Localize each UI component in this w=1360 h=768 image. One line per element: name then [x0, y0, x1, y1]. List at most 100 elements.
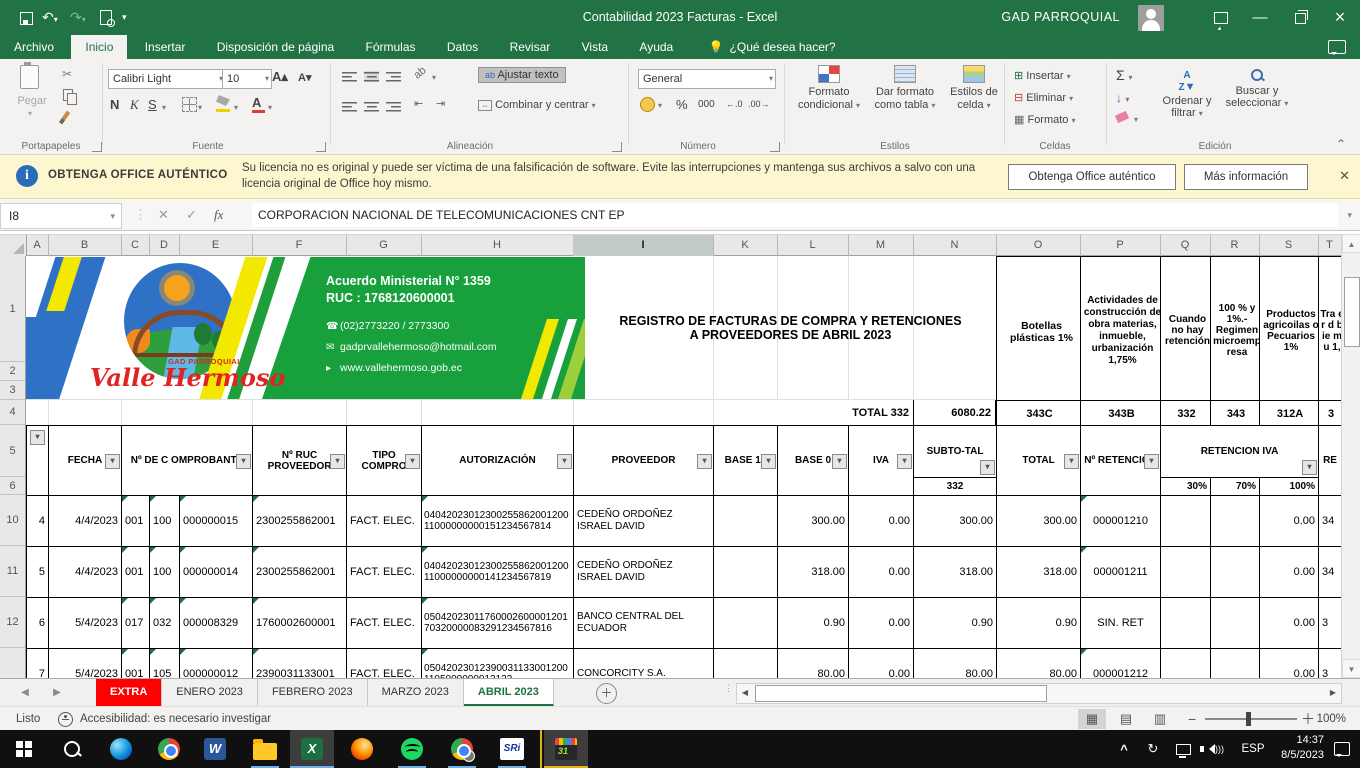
cell-c13[interactable]: 001 [122, 649, 150, 679]
orientation-icon[interactable]: ab [412, 64, 429, 81]
cell-i12-proveedor[interactable]: BANCO CENTRAL DEL ECUADOR [574, 598, 714, 649]
cell-d11[interactable]: 100 [150, 547, 180, 598]
format-as-table-button[interactable]: Dar formato como tabla ▾ [868, 65, 942, 112]
decrease-indent-icon[interactable]: ⇤ [414, 97, 423, 110]
close-warning-icon[interactable]: ✕ [1339, 168, 1350, 184]
fill-dropdown-icon[interactable]: ▾ [234, 103, 238, 112]
col-header-f[interactable]: F [252, 235, 347, 256]
fill-color-icon[interactable] [216, 95, 230, 106]
cell-b12-fecha[interactable]: 5/4/2023 [49, 598, 122, 649]
filter-icon[interactable] [1302, 460, 1317, 475]
header-retencion-iva[interactable]: RETENCION IVA [1161, 426, 1319, 478]
cell-m13-iva[interactable]: 0.00 [849, 649, 914, 679]
restore-button[interactable] [1280, 0, 1320, 35]
scroll-left-icon[interactable]: ◀ [737, 684, 753, 701]
zoom-out-icon[interactable]: − [1188, 707, 1196, 731]
cell-r11[interactable] [1211, 547, 1260, 598]
sheet-tab-abril-active[interactable]: ABRIL 2023 [464, 679, 554, 706]
underline-dropdown-icon[interactable]: ▾ [162, 103, 166, 112]
new-sheet-icon[interactable]: ＋ [596, 683, 617, 704]
sort-filter-button[interactable]: AZ▼ Ordenar y filtrar ▾ [1156, 69, 1218, 120]
tab-datos[interactable]: Datos [433, 35, 492, 59]
cell-k12-base12[interactable] [714, 598, 778, 649]
splitter-dots[interactable]: ⋮ [724, 686, 728, 700]
enter-icon[interactable]: ✓ [186, 203, 197, 227]
col-header-n[interactable]: N [913, 235, 997, 256]
tray-sync-icon[interactable]: ↻ [1142, 730, 1164, 768]
cell-a13-seq[interactable]: 7 [27, 649, 49, 679]
cell-p1-construccion[interactable]: Actividades de construcción de obra mate… [1080, 256, 1165, 405]
accessibility-status[interactable]: Accesibilidad: es necesario investigar [80, 707, 271, 731]
italic-button[interactable]: K [130, 97, 139, 113]
cell-total-amount[interactable]: 6080.22 [913, 400, 996, 425]
col-header-h[interactable]: H [421, 235, 574, 256]
cell-l12-base0[interactable]: 0.90 [778, 598, 849, 649]
cell-code-343b[interactable]: 343B [1080, 400, 1163, 428]
filter-icon[interactable] [761, 454, 776, 469]
row-header-5[interactable]: 5 [0, 425, 25, 477]
row-header-4[interactable]: 4 [0, 400, 25, 425]
taskbar-search-icon[interactable] [50, 730, 94, 768]
cell-total-332-label[interactable]: TOTAL 332 [777, 400, 913, 425]
header-num-retencion[interactable]: Nº RETENCION [1081, 426, 1161, 496]
taskbar-media-app-icon[interactable] [544, 730, 588, 768]
col-header-p[interactable]: P [1080, 235, 1161, 256]
more-info-button[interactable]: Más información [1184, 164, 1308, 190]
tab-formulas[interactable]: Fórmulas [352, 35, 430, 59]
cell-e10[interactable]: 000000015 [180, 496, 253, 547]
cell-m12-iva[interactable]: 0.00 [849, 598, 914, 649]
sheet-title-cell[interactable]: REGISTRO DE FACTURAS DE COMPRA Y RETENCI… [585, 257, 996, 399]
cell-c10[interactable]: 001 [122, 496, 150, 547]
taskbar-word-icon[interactable]: W [193, 730, 237, 768]
start-button[interactable] [2, 730, 46, 768]
decrease-font-icon[interactable]: A▾ [298, 71, 311, 84]
comments-icon[interactable] [1328, 40, 1346, 54]
cell-e12[interactable]: 000008329 [180, 598, 253, 649]
view-normal-icon[interactable]: ▦ [1078, 709, 1106, 729]
taskbar-firefox-icon[interactable] [340, 730, 384, 768]
header-base0[interactable]: BASE 0 [778, 426, 849, 496]
cell-e11[interactable]: 000000014 [180, 547, 253, 598]
header-t-partial[interactable]: RE [1319, 426, 1342, 496]
insert-cells-button[interactable]: ⊞ Insertar ▾ [1014, 65, 1071, 88]
decrease-decimal-icon[interactable]: .00→ [748, 99, 770, 109]
increase-indent-icon[interactable]: ⇥ [436, 97, 445, 110]
cell-i10-proveedor[interactable]: CEDEÑO ORDOÑEZ ISRAEL DAVID [574, 496, 714, 547]
conditional-format-button[interactable]: Formato condicional ▾ [794, 65, 864, 112]
col-header-s[interactable]: S [1259, 235, 1319, 256]
tray-chevron-icon[interactable]: ^ [1114, 730, 1134, 768]
tab-insertar[interactable]: Insertar [131, 35, 200, 59]
horizontal-scrollbar[interactable]: ◀ ▶ [736, 683, 1342, 704]
cell-t10[interactable]: 34 [1319, 496, 1342, 547]
select-all-corner[interactable] [0, 235, 27, 256]
cell-k10-base12[interactable] [714, 496, 778, 547]
account-name[interactable]: GAD PARROQUIAL [1001, 0, 1120, 35]
cell-code-343[interactable]: 343 [1210, 400, 1262, 428]
tell-me-box[interactable]: ¿Qué desea hacer? [730, 35, 850, 59]
underline-button[interactable]: S [148, 97, 157, 112]
wrap-text-button[interactable]: ab Ajustar texto [478, 67, 566, 83]
cell-d10[interactable]: 100 [150, 496, 180, 547]
tray-volume-icon[interactable]: ))) [1202, 730, 1226, 768]
vertical-scrollbar[interactable]: ▲ ▼ [1341, 234, 1360, 678]
cell-k13-base12[interactable] [714, 649, 778, 679]
cell-o12-total[interactable]: 0.90 [997, 598, 1081, 649]
col-header-o[interactable]: O [996, 235, 1081, 256]
clear-icon[interactable] [1115, 111, 1129, 123]
cell-f12-ruc[interactable]: 1760002600001 [253, 598, 347, 649]
cell-g10-tipo[interactable]: FACT. ELEC. [347, 496, 422, 547]
col-header-c[interactable]: C [121, 235, 150, 256]
col-header-t[interactable]: T [1318, 235, 1342, 256]
cell-code-343c[interactable]: 343C [996, 400, 1083, 428]
accounting-format-icon[interactable] [640, 97, 655, 112]
header-autorizacion[interactable]: AUTORIZACIÓN [422, 426, 574, 496]
header-70[interactable]: 70% [1211, 478, 1260, 496]
cell-g12-tipo[interactable]: FACT. ELEC. [347, 598, 422, 649]
cell-s10[interactable]: 0.00 [1260, 496, 1319, 547]
filter-icon[interactable] [30, 430, 45, 445]
cell-l11-base0[interactable]: 318.00 [778, 547, 849, 598]
scroll-up-icon[interactable]: ▲ [1342, 234, 1360, 253]
col-header-b[interactable]: B [48, 235, 122, 256]
taskbar-explorer-icon[interactable] [243, 730, 287, 768]
sheet-tab-enero[interactable]: ENERO 2023 [162, 679, 258, 706]
